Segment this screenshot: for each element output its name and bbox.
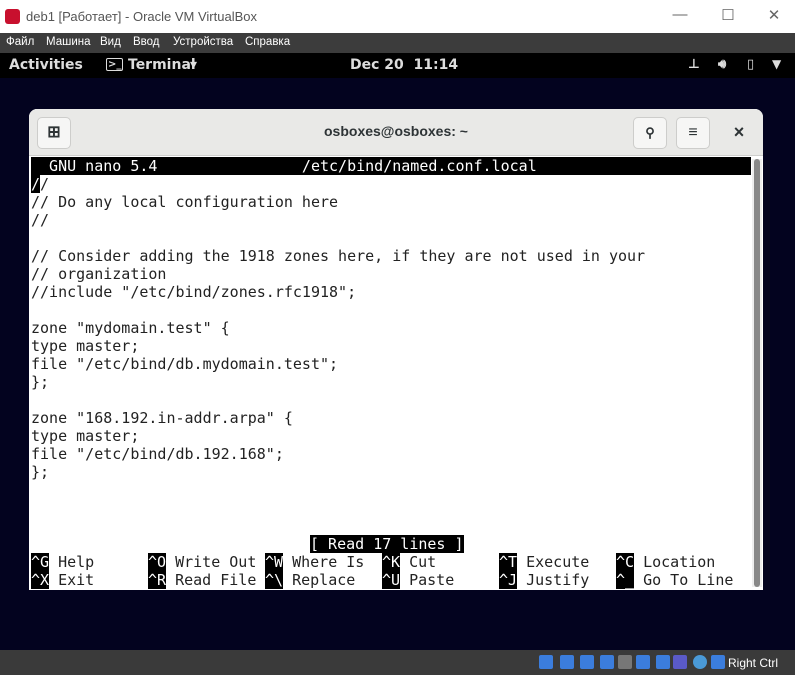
nano-editor[interactable]: GNU nano 5.4 /etc/bind/named.conf.local … [29, 156, 751, 590]
shortcut-go-to-line: ^_ Go To Line [616, 571, 733, 589]
shortcut-read-file: ^R Read File [148, 571, 256, 589]
nano-line: type master; [31, 427, 140, 445]
shortcut-paste: ^U Paste [382, 571, 454, 589]
network-icon[interactable]: ⊥ [688, 57, 700, 72]
menu-devices[interactable]: Устройства [173, 36, 233, 48]
shortcut-exit: ^X Exit [31, 571, 94, 589]
volume-icon[interactable]: 🔊︎ [718, 57, 726, 72]
shortcut-key: ^C [616, 553, 635, 571]
nano-line: // Do any local configuration here [31, 193, 339, 211]
shortcut-label: Help [58, 553, 95, 571]
audio-icon[interactable] [560, 655, 574, 669]
shortcut-label: Paste [409, 571, 455, 589]
nano-line: // [31, 211, 50, 229]
close-button[interactable]: ✕ [759, 6, 789, 24]
shortcut-key: ^J [499, 571, 518, 589]
shortcut-key: ^\ [265, 571, 284, 589]
minimize-button[interactable]: — [665, 6, 695, 23]
terminal-app-icon: >_ [106, 58, 124, 71]
optical-drive-icon[interactable] [539, 655, 553, 669]
search-button[interactable]: ⚲ [633, 117, 667, 149]
display-icon[interactable] [636, 655, 650, 669]
recording-icon[interactable] [656, 655, 670, 669]
shortcut-key: ^G [31, 553, 50, 571]
nano-line: zone "mydomain.test" { [31, 319, 230, 337]
shortcut-key: ^U [382, 571, 401, 589]
shortcut-cut: ^K Cut [382, 553, 436, 571]
shortcut-key: ^O [148, 553, 167, 571]
close-terminal-button[interactable]: × [722, 117, 756, 149]
shortcut-where-is: ^W Where Is [265, 553, 364, 571]
shortcut-key: ^_ [616, 571, 635, 589]
nano-header: GNU nano 5.4 /etc/bind/named.conf.local [31, 157, 751, 175]
nano-line: file "/etc/bind/db.192.168"; [31, 445, 284, 463]
shortcut-execute: ^T Execute [499, 553, 589, 571]
nano-line: }; [31, 463, 50, 481]
search-icon: ⚲ [645, 125, 655, 140]
usb-icon[interactable] [600, 655, 614, 669]
shortcut-key: ^K [382, 553, 401, 571]
app-menu-button[interactable]: Terminal [128, 57, 196, 73]
menu-input[interactable]: Ввод [133, 36, 160, 48]
shortcut-label: Replace [292, 571, 356, 589]
system-menu-arrow-icon[interactable]: ▼ [772, 57, 781, 71]
nano-line: // [31, 175, 50, 193]
shortcut-write-out: ^O Write Out [148, 553, 256, 571]
guest-additions-icon [693, 655, 707, 669]
shortcut-key: ^X [31, 571, 50, 589]
chevron-down-icon[interactable]: ▾ [190, 57, 197, 73]
shortcut-label: Exit [58, 571, 95, 589]
nano-line: }; [31, 373, 50, 391]
host-key-label: Right Ctrl [728, 656, 779, 670]
virtualization-icon [673, 655, 687, 669]
nano-line: file "/etc/bind/db.mydomain.test"; [31, 355, 339, 373]
shortcut-justify: ^J Justify [499, 571, 589, 589]
nano-line: // Consider adding the 1918 zones here, … [31, 247, 646, 265]
shortcut-label: Justify [526, 571, 590, 589]
virtualbox-logo-icon [5, 9, 20, 24]
shortcut-label: Write Out [175, 553, 257, 571]
shortcut-label: Read File [175, 571, 257, 589]
menu-view[interactable]: Вид [100, 36, 121, 48]
shortcut-label: Execute [526, 553, 590, 571]
nano-line: zone "168.192.in-addr.arpa" { [31, 409, 293, 427]
shortcut-key: ^T [499, 553, 518, 571]
shortcut-label: Go To Line [643, 571, 734, 589]
nano-status: [ Read 17 lines ] [310, 535, 464, 553]
shortcut-key: ^W [265, 553, 284, 571]
network-adapter-icon[interactable] [580, 655, 594, 669]
nano-line: // organization [31, 265, 167, 283]
vbox-status-bar: Right Ctrl [0, 650, 795, 675]
shortcut-replace: ^\ Replace [265, 571, 355, 589]
maximize-button[interactable]: ☐ [713, 6, 743, 24]
shortcut-location: ^C Location [616, 553, 715, 571]
activities-button[interactable]: Activities [9, 57, 83, 73]
shortcut-label: Cut [409, 553, 437, 571]
nano-line: //include "/etc/bind/zones.rfc1918"; [31, 283, 357, 301]
scrollbar[interactable] [752, 159, 762, 587]
menu-machine[interactable]: Машина [46, 36, 91, 48]
shortcut-help: ^G Help [31, 553, 94, 571]
vbox-menu-bar: Файл Машина Вид Ввод Устройства Справка [0, 33, 795, 53]
vbox-title-bar: deb1 [Работает] - Oracle VM VirtualBox —… [0, 0, 795, 33]
menu-help[interactable]: Справка [245, 36, 290, 48]
shortcut-key: ^R [148, 571, 167, 589]
menu-button[interactable]: ≡ [676, 117, 710, 149]
gnome-top-bar: Activities >_ Terminal ▾ Dec 20 11:14 ⊥ … [0, 53, 795, 78]
menu-file[interactable]: Файл [6, 36, 34, 48]
nano-line: type master; [31, 337, 140, 355]
shortcut-label: Location [643, 553, 716, 571]
keyboard-capture-icon[interactable] [711, 655, 725, 669]
window-title: deb1 [Работает] - Oracle VM VirtualBox [26, 9, 257, 24]
shared-folders-icon[interactable] [618, 655, 632, 669]
clock[interactable]: Dec 20 11:14 [350, 57, 458, 73]
terminal-window: ⊞ osboxes@osboxes: ~ ⚲ ≡ × GNU nano 5.4 … [29, 109, 763, 590]
terminal-header-bar: ⊞ osboxes@osboxes: ~ ⚲ ≡ × [29, 109, 763, 156]
battery-icon[interactable]: ▯ [747, 57, 754, 72]
shortcut-label: Where Is [292, 553, 365, 571]
